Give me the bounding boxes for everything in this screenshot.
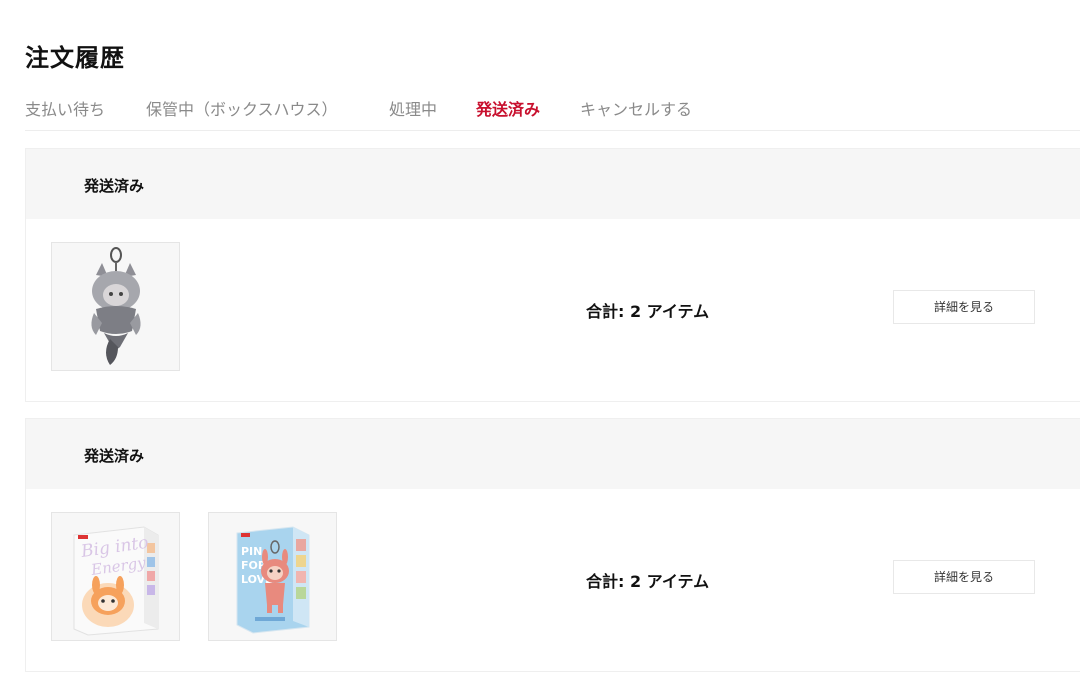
tab-cancelled[interactable]: キャンセルする <box>580 96 692 120</box>
order-item-total: 合計: 2 アイテム <box>586 572 710 591</box>
tab-processing[interactable]: 処理中 <box>389 96 437 120</box>
order-header: 発送済み <box>26 419 1080 489</box>
product-thumbnail[interactable] <box>51 242 180 371</box>
order-header: 発送済み <box>26 149 1080 219</box>
silver-figure-keychain-image <box>52 243 179 370</box>
order-status-label: 発送済み <box>84 177 145 195</box>
order-status-label: 発送済み <box>84 447 145 465</box>
blue-blind-box-image: PIN FOR LOVE <box>209 513 336 640</box>
order-card: 発送済み 合計: 2 アイテム 詳細を見る <box>25 148 1080 402</box>
order-status-tabs: 支払い待ち 保管中（ボックスハウス） 処理中 発送済み キャンセルする <box>25 96 1080 131</box>
order-item-total: 合計: 2 アイテム <box>586 302 710 321</box>
order-body: 合計: 2 アイテム 詳細を見る <box>26 219 1080 401</box>
order-body: Big into Energy PIN FOR LOVE 合計: 2 アイテム … <box>26 489 1080 671</box>
tab-in-storage[interactable]: 保管中（ボックスハウス） <box>146 96 338 120</box>
orange-blind-box-image: Big into Energy <box>52 513 179 640</box>
tab-awaiting-payment[interactable]: 支払い待ち <box>25 96 105 120</box>
product-thumbnail[interactable]: PIN FOR LOVE <box>208 512 337 641</box>
view-details-button[interactable]: 詳細を見る <box>893 290 1035 324</box>
svg-text:PIN: PIN <box>241 545 262 558</box>
product-thumbnail[interactable]: Big into Energy <box>51 512 180 641</box>
order-card: 発送済み Big into Energy PIN FOR LOVE 合計: 2 … <box>25 418 1080 672</box>
view-details-button[interactable]: 詳細を見る <box>893 560 1035 594</box>
page-title: 注文履歴 <box>25 44 125 72</box>
tab-shipped[interactable]: 発送済み <box>476 96 540 120</box>
